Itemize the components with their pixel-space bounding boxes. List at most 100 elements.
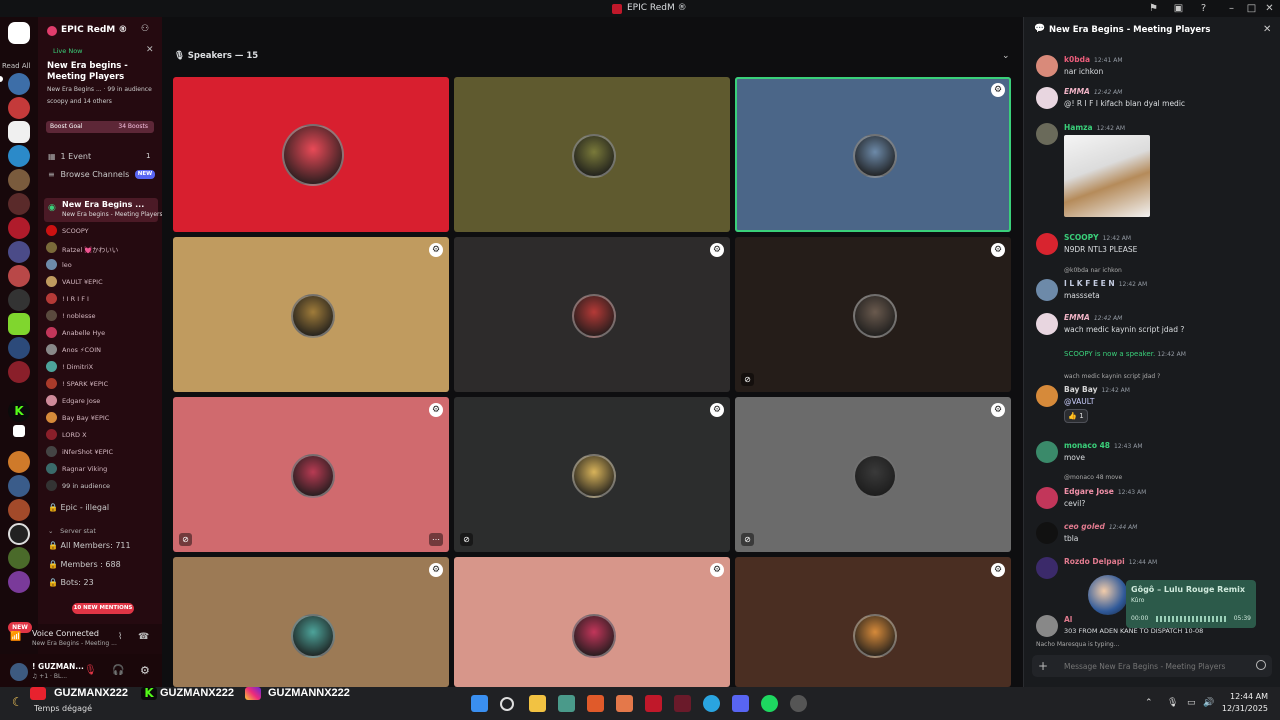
screen-icon[interactable]: ▣ [1173,3,1184,14]
server-icon[interactable] [8,169,30,191]
server-icon[interactable] [8,313,30,335]
speaker-item[interactable]: VAULT ¥EPIC [46,276,103,287]
speaker-item[interactable]: ! noblesse [46,310,95,321]
channel-members[interactable]: 🔒 Members : 688 [48,560,121,569]
server-icon[interactable] [13,425,25,437]
tile-settings-icon[interactable]: ⚙ [429,243,443,257]
speaker-tile[interactable]: ⚙ ⊘ [454,397,730,552]
speaker-tile[interactable]: ⚙ [173,237,449,392]
minimize-icon[interactable]: – [1226,3,1237,14]
server-icon[interactable] [8,193,30,215]
server-icon[interactable] [8,145,30,167]
redm-icon[interactable] [645,695,662,712]
tile-settings-icon[interactable]: ⚙ [991,83,1005,97]
mic-muted-icon[interactable]: 🎙 [84,665,97,676]
speaker-tile[interactable]: ⚙ [454,237,730,392]
read-all-label[interactable]: Read All [2,62,31,70]
boost-goal-bar[interactable]: Boost Goal 34 Boosts [46,121,154,133]
app-icon[interactable] [674,695,691,712]
server-icon[interactable] [8,289,30,311]
speaker-tile[interactable] [173,77,449,232]
speaker-item[interactable]: ! I R I F I [46,293,89,304]
close-live-icon[interactable]: ✕ [146,45,154,55]
server-icon[interactable] [8,475,30,497]
browse-channels-link[interactable]: ≡ Browse Channels [48,170,129,179]
help-icon[interactable]: ? [1198,3,1209,14]
category-server-stat[interactable]: ⌄ Server stat [48,527,96,535]
app-icon[interactable] [790,695,807,712]
server-icon[interactable] [8,499,30,521]
weather-label[interactable]: Temps dégagé [34,704,92,713]
network-icon[interactable]: ▭ [1187,698,1196,708]
avatar[interactable] [10,663,28,681]
maximize-icon[interactable]: □ [1246,3,1257,14]
server-icon[interactable] [8,523,30,545]
tile-settings-icon[interactable]: ⚙ [991,243,1005,257]
spotify-icon[interactable] [761,695,778,712]
speaker-tile[interactable] [454,77,730,232]
new-mentions-pill[interactable]: 10 NEW MENTIONS [72,603,134,614]
clock-date[interactable]: 12/31/2025 [1218,704,1268,713]
speaker-item[interactable]: Bay Bay ¥EPIC [46,412,109,423]
server-icon[interactable] [8,571,30,593]
tile-settings-icon[interactable]: ⚙ [710,243,724,257]
speaker-item[interactable]: Anos ⚡COIN [46,344,101,355]
active-stage-channel[interactable]: New Era Begins ... New Era begins - Meet… [44,198,163,222]
audience-count[interactable]: 99 in audience [46,480,110,491]
noise-suppression-icon[interactable]: ⌇ [118,632,122,642]
reply-preview[interactable]: @monaco 48 move [1064,474,1122,481]
discord-icon[interactable] [732,695,749,712]
server-icon[interactable] [8,451,30,473]
close-window-icon[interactable]: ✕ [1264,3,1275,14]
show-hidden-icons-icon[interactable]: ⌃ [1145,698,1153,708]
volume-icon[interactable]: 🔊 [1203,698,1214,708]
speaker-item[interactable]: leo [46,259,72,270]
emoji-icon[interactable] [1256,660,1266,670]
speaker-tile[interactable]: ⚙ ⊘… [173,397,449,552]
events-link[interactable]: ▦ 1 Event [48,152,91,161]
server-icon[interactable] [8,97,30,119]
speaker-tile[interactable]: ⚙ [735,557,1011,687]
add-member-icon[interactable]: ⚇ [141,24,149,34]
server-icon[interactable] [8,241,30,263]
message-input[interactable] [1064,660,1244,672]
server-header[interactable]: EPIC RedM ® ⚇ [38,17,162,45]
more-options-icon[interactable]: … [429,533,443,546]
attach-plus-icon[interactable]: + [1038,659,1048,673]
speaker-tile[interactable]: ⚙ ⊘ [735,397,1011,552]
channel-bots[interactable]: 🔒 Bots: 23 [48,578,94,587]
voice-channel-name[interactable]: New Era Begins - Meeting ... [32,640,117,647]
channel-epic-illegal[interactable]: 🔒 Epic - illegal [48,503,109,512]
windows-start-icon[interactable] [471,695,488,712]
discord-home-icon[interactable] [8,22,30,44]
close-chat-icon[interactable]: ✕ [1263,24,1271,35]
collapse-speakers-icon[interactable]: ⌄ [1002,51,1010,61]
microphone-icon[interactable]: 🎙 [1167,698,1178,708]
server-icon[interactable] [8,361,30,383]
speaker-tile[interactable]: ⚙ [454,557,730,687]
search-icon[interactable] [500,697,514,711]
tile-settings-icon[interactable]: ⚙ [429,403,443,417]
app-icon[interactable] [616,695,633,712]
reply-preview[interactable]: @k0bda nar ichkon [1064,267,1122,274]
speaker-item[interactable]: Anabelle Hye [46,327,105,338]
tile-settings-icon[interactable]: ⚙ [710,563,724,577]
speaker-item[interactable]: Ratzel 💓かわいい [46,242,118,254]
clock-time[interactable]: 12:44 AM [1218,692,1268,701]
speaker-item[interactable]: Edgare Jose [46,395,100,406]
server-icon[interactable] [8,547,30,569]
tile-settings-icon[interactable]: ⚙ [429,563,443,577]
store-icon[interactable] [558,695,575,712]
disconnect-icon[interactable]: ☎ [138,632,149,642]
now-playing-popup[interactable]: Gôgô – Lulu Rouge Remix Kûro 00:00 05:39 [1126,580,1256,628]
speaker-tile[interactable]: ⚙ [173,557,449,687]
server-icon[interactable] [8,265,30,287]
tile-settings-icon[interactable]: ⚙ [991,403,1005,417]
server-icon[interactable] [8,121,30,143]
headphones-icon[interactable]: 🎧 [112,665,124,676]
attachment-image[interactable] [1064,135,1150,217]
inbox-icon[interactable]: ⚑ [1148,3,1159,14]
kick-server-icon[interactable]: K [8,400,30,422]
speaker-item[interactable]: ! DimitriX [46,361,93,372]
brave-icon[interactable] [587,695,604,712]
